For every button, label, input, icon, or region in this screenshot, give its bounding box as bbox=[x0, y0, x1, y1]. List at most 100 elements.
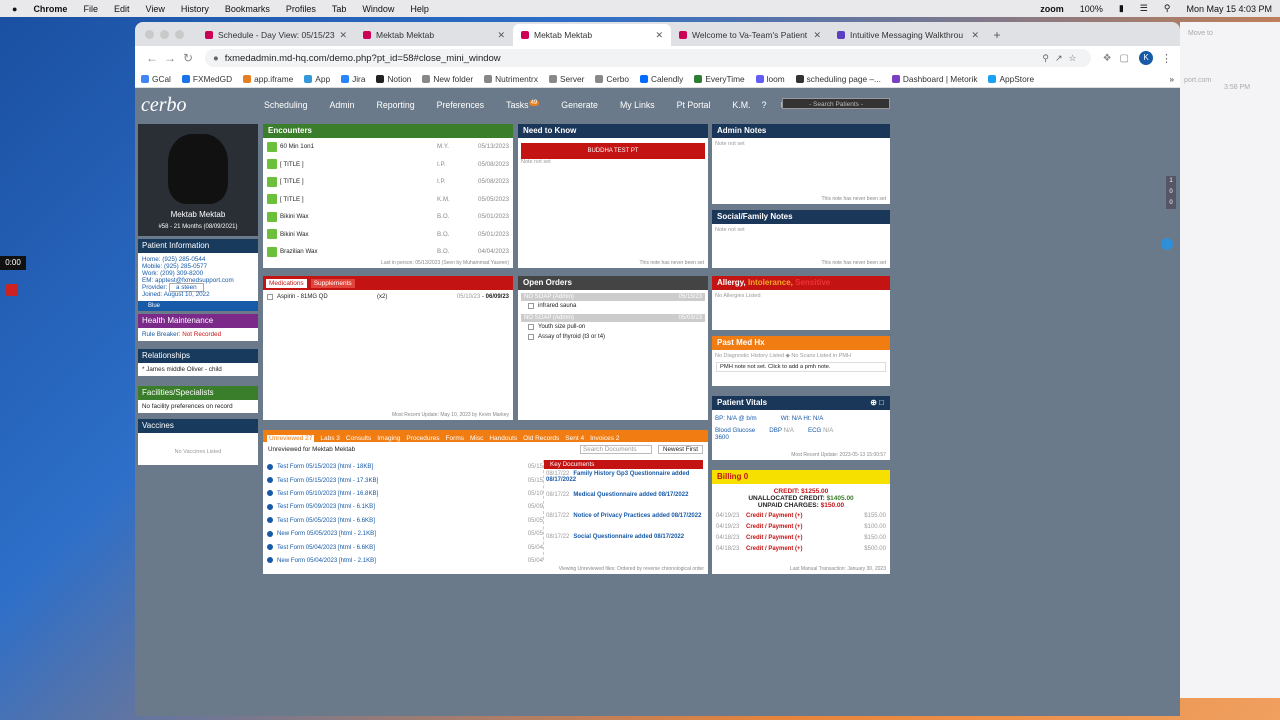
allergy-heading[interactable]: Allergy, Intolerance, Sensitive bbox=[712, 276, 890, 290]
nav-user[interactable]: K.M. bbox=[732, 100, 750, 110]
tab-supplements[interactable]: Supplements bbox=[310, 278, 355, 288]
bookmark-loom[interactable]: loom bbox=[755, 74, 785, 84]
forward-icon[interactable]: → bbox=[161, 51, 179, 65]
encounter-row[interactable]: Bikini Wax B.O. 05/01/2023 bbox=[263, 208, 513, 226]
nav-reporting[interactable]: Reporting bbox=[376, 100, 414, 110]
medication-checkbox[interactable] bbox=[267, 294, 273, 300]
key-documents-heading[interactable]: Key Documents bbox=[544, 460, 703, 469]
bookmark-cerbo[interactable]: Cerbo bbox=[595, 74, 629, 84]
side-badge-1[interactable]: 1 bbox=[1166, 176, 1176, 187]
social-notes-heading[interactable]: Social/Family Notes bbox=[712, 210, 890, 224]
bookmark-everytime[interactable]: EveryTime bbox=[694, 74, 745, 84]
close-icon[interactable]: ✕ bbox=[813, 30, 821, 41]
apple-icon[interactable]: ● bbox=[12, 4, 17, 14]
document-row[interactable]: Test Form 05/09/2023 [html - 6.1KB] 05/09 bbox=[267, 500, 543, 513]
key-document-row[interactable]: 08/17/22 Medical Questionnaire added 08/1… bbox=[544, 490, 703, 511]
past-med-heading[interactable]: Past Med Hx bbox=[712, 336, 890, 350]
search-icon[interactable]: ⚲ bbox=[1164, 3, 1171, 14]
address-bar-actions-icon[interactable]: ⚲↗☆ bbox=[1042, 53, 1082, 64]
doc-tab[interactable]: Unreviewed 27 bbox=[267, 435, 315, 442]
need-to-know-alert[interactable]: BUDDHA TEST PT bbox=[521, 143, 705, 159]
billing-row[interactable]: 04/18/23 Credit / Payment (+) $500.00 bbox=[712, 545, 890, 556]
order-item[interactable]: infrared sauna bbox=[518, 301, 708, 311]
pmh-note[interactable]: PMH note not set. Click to add a pmh not… bbox=[716, 362, 886, 372]
bookmark-calendly[interactable]: Calendly bbox=[640, 74, 683, 84]
doc-tab[interactable]: Forms bbox=[446, 435, 464, 442]
record-button[interactable] bbox=[6, 284, 18, 296]
order-group-heading[interactable]: NO SOAP (Admin) 05/15/23 bbox=[521, 293, 705, 301]
side-badge-2[interactable]: 0 bbox=[1166, 187, 1176, 198]
bookmark-scheduling[interactable]: scheduling page –... bbox=[795, 74, 881, 84]
open-orders-heading[interactable]: Open Orders bbox=[518, 276, 708, 290]
mobile-phone[interactable]: Mobile: (925) 285-0577 bbox=[142, 263, 254, 270]
menu-edit[interactable]: Edit bbox=[114, 4, 130, 14]
menu-history[interactable]: History bbox=[181, 4, 209, 14]
admin-notes-heading[interactable]: Admin Notes bbox=[712, 124, 890, 138]
new-tab-button[interactable]: + bbox=[987, 24, 1007, 46]
bookmark-server[interactable]: Server bbox=[548, 74, 584, 84]
order-checkbox[interactable] bbox=[528, 334, 534, 340]
add-vitals-icon[interactable]: ⊕ □ bbox=[870, 396, 884, 410]
doc-tab[interactable]: Sent 4 bbox=[565, 435, 584, 442]
extensions-icon[interactable]: ❖ bbox=[1103, 53, 1112, 64]
bookmark-fxmedgd[interactable]: FXMedGD bbox=[181, 74, 232, 84]
admin-notes-note[interactable]: Note not set bbox=[712, 138, 890, 150]
close-icon[interactable]: ✕ bbox=[971, 30, 979, 41]
doc-tab[interactable]: Invoices 2 bbox=[590, 435, 619, 442]
facilities-heading[interactable]: Facilities/Specialists bbox=[138, 386, 258, 400]
help-icon[interactable]: ? bbox=[762, 100, 767, 110]
support-widget-icon[interactable] bbox=[1161, 238, 1173, 250]
order-checkbox[interactable] bbox=[528, 324, 534, 330]
menu-tab[interactable]: Tab bbox=[332, 4, 347, 14]
patient-search-input[interactable]: - Search Patients - bbox=[782, 98, 890, 109]
work-phone[interactable]: Work: (209) 309-8200 bbox=[142, 270, 254, 277]
nav-preferences[interactable]: Preferences bbox=[437, 100, 484, 110]
bookmark-iframe[interactable]: app.iframe bbox=[243, 74, 293, 84]
menu-icon[interactable]: ⋮ bbox=[1161, 52, 1172, 65]
close-icon[interactable]: ✕ bbox=[339, 30, 347, 41]
datetime[interactable]: Mon May 15 4:03 PM bbox=[1186, 4, 1272, 14]
tab-schedule[interactable]: Schedule - Day View: 05/15/23 ✕ bbox=[197, 24, 355, 46]
sidepanel-icon[interactable]: ▢ bbox=[1120, 53, 1129, 64]
bookmark-nutrimentrx[interactable]: Nutrimentrx bbox=[484, 74, 538, 84]
key-document-row[interactable]: 08/17/22 Social Questionnaire added 08/17… bbox=[544, 532, 703, 553]
billing-row[interactable]: 04/18/23 Credit / Payment (+) $150.00 bbox=[712, 534, 890, 545]
menu-view[interactable]: View bbox=[145, 4, 164, 14]
bookmark-jira[interactable]: Jira bbox=[341, 74, 365, 84]
need-to-know-note[interactable]: Note not set bbox=[518, 159, 708, 165]
key-document-row[interactable]: 08/17/22 Notice of Privacy Practices adde… bbox=[544, 511, 703, 532]
app-name[interactable]: Chrome bbox=[33, 4, 67, 14]
documents-search[interactable]: Search Documents bbox=[580, 445, 652, 454]
document-row[interactable]: New Form 05/05/2023 [html - 2.1KB] 05/05 bbox=[267, 527, 543, 540]
address-bar[interactable]: ● fxmedadmin.md-hq.com/demo.php?pt_id=58… bbox=[205, 49, 1091, 67]
document-row[interactable]: Test Form 05/15/2023 [html - 18KB] 05/15 bbox=[267, 460, 543, 473]
need-to-know-heading[interactable]: Need to Know bbox=[518, 124, 708, 138]
patient-information-heading[interactable]: Patient Information bbox=[138, 239, 258, 253]
nav-my-links[interactable]: My Links bbox=[620, 100, 655, 110]
profile-avatar[interactable]: K bbox=[1139, 51, 1153, 65]
doc-tab[interactable]: Handouts bbox=[489, 435, 517, 442]
zoom-icon[interactable]: zoom bbox=[1040, 4, 1064, 14]
cerbo-logo[interactable]: cerbo bbox=[135, 88, 253, 122]
minimize-window-button[interactable] bbox=[160, 30, 169, 39]
bookmark-appstore[interactable]: AppStore bbox=[988, 74, 1034, 84]
doc-tab[interactable]: Misc bbox=[470, 435, 483, 442]
bookmark-notion[interactable]: Notion bbox=[376, 74, 411, 84]
tab-mektab-active[interactable]: Mektab Mektab ✕ bbox=[513, 24, 671, 46]
nav-pt-portal[interactable]: Pt Portal bbox=[677, 100, 711, 110]
nav-admin[interactable]: Admin bbox=[330, 100, 355, 110]
doc-tab[interactable]: Consults bbox=[346, 435, 371, 442]
order-checkbox[interactable] bbox=[528, 303, 534, 309]
encounters-heading[interactable]: Encounters bbox=[263, 124, 513, 138]
tab-mektab-1[interactable]: Mektab Mektab ✕ bbox=[355, 24, 513, 46]
billing-row[interactable]: 04/19/23 Credit / Payment (+) $155.00 bbox=[712, 512, 890, 523]
tab-welcome[interactable]: Welcome to Va-Team's Patient ✕ bbox=[671, 24, 829, 46]
vaccines-heading[interactable]: Vaccines bbox=[138, 419, 258, 433]
social-notes-note[interactable]: Note not set bbox=[712, 224, 890, 236]
encounter-row[interactable]: [ TITLE ] K.M. 05/05/2023 bbox=[263, 191, 513, 209]
reload-icon[interactable]: ↻ bbox=[179, 51, 197, 65]
doc-tab[interactable]: Labs 3 bbox=[320, 435, 340, 442]
doc-tab[interactable]: Imaging bbox=[377, 435, 400, 442]
tab-medications[interactable]: Medications bbox=[266, 278, 307, 288]
doc-tab[interactable]: Procedures bbox=[406, 435, 439, 442]
